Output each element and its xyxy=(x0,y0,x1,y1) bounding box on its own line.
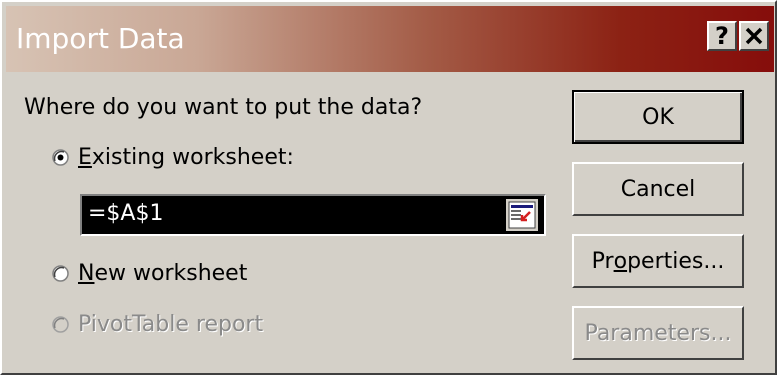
radio-disabled-icon xyxy=(52,316,69,333)
radio-empty-icon[interactable] xyxy=(52,265,69,282)
help-icon: ? xyxy=(715,22,729,50)
close-button[interactable] xyxy=(739,21,769,51)
new-worksheet-label: New worksheet xyxy=(78,261,248,286)
title-bar[interactable]: Import Data ? xyxy=(6,6,774,72)
collapse-dialog-icon[interactable] xyxy=(506,199,538,231)
cancel-button[interactable]: Cancel xyxy=(572,162,744,216)
ok-button[interactable]: OK xyxy=(572,90,744,144)
help-button[interactable]: ? xyxy=(707,21,737,51)
pivottable-report-label: PivotTable report xyxy=(78,312,264,337)
dialog-title: Import Data xyxy=(16,22,185,55)
question-label: Where do you want to put the data? xyxy=(24,95,423,120)
close-icon xyxy=(745,27,763,45)
properties-button[interactable]: Pr o perties... xyxy=(572,234,744,288)
reference-field[interactable] xyxy=(80,194,546,236)
existing-worksheet-label: Existing worksheet: xyxy=(78,145,294,170)
radio-selected-icon[interactable] xyxy=(52,149,69,166)
import-data-dialog: Import Data ? Where do you want to put t… xyxy=(0,0,777,375)
parameters-button: Parameters... xyxy=(572,306,744,360)
reference-input[interactable] xyxy=(84,198,514,228)
